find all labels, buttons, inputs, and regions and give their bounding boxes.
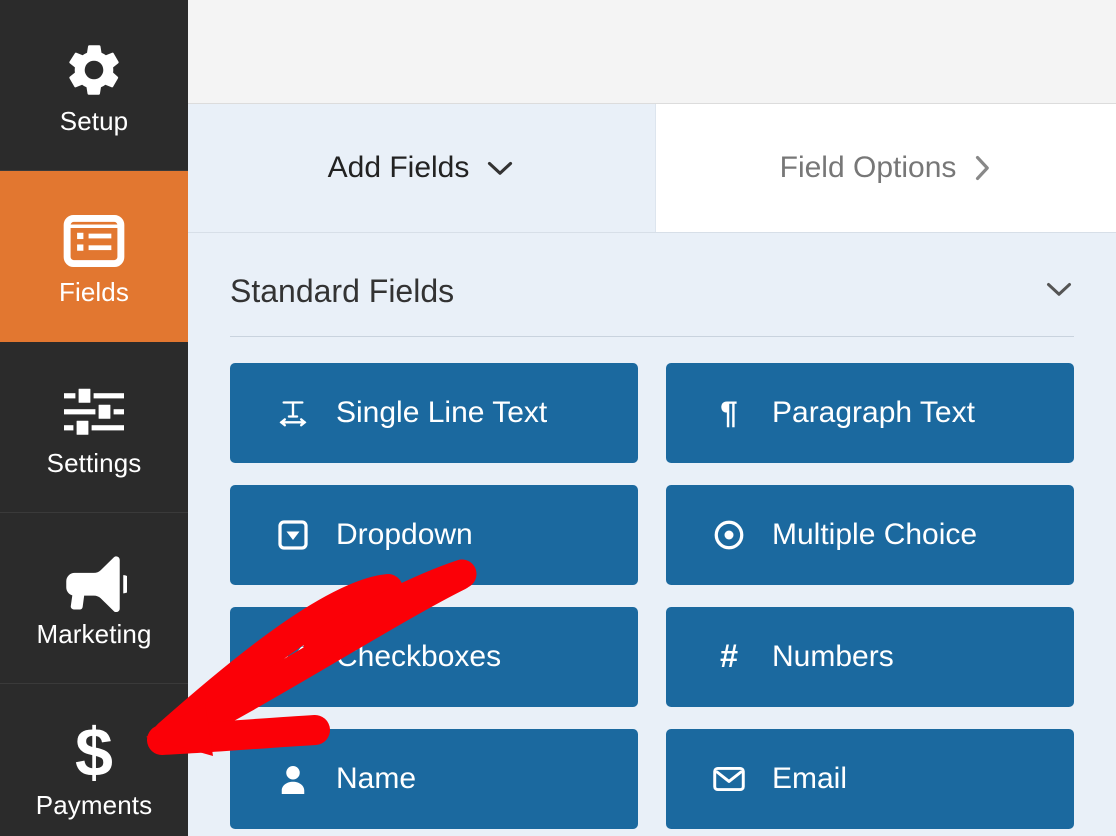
field-button-label: Paragraph Text bbox=[772, 396, 975, 429]
dollar-icon: $ bbox=[69, 719, 119, 789]
tab-field-options[interactable]: Field Options bbox=[656, 104, 1116, 232]
sidebar-item-label: Marketing bbox=[36, 618, 152, 649]
field-button-label: Single Line Text bbox=[336, 396, 548, 429]
svg-text:$: $ bbox=[75, 721, 113, 787]
sidebar-item-label: Settings bbox=[46, 447, 142, 478]
field-button-checkboxes[interactable]: Checkboxes bbox=[230, 607, 638, 707]
sidebar-item-label: Payments bbox=[35, 789, 153, 820]
hashtag-icon: # bbox=[712, 642, 746, 672]
tab-add-fields[interactable]: Add Fields bbox=[188, 104, 656, 232]
field-button-grid: Single Line Text ¶ Paragraph Text Dropdo… bbox=[230, 363, 1074, 829]
dot-circle-icon bbox=[712, 520, 746, 550]
svg-text:#: # bbox=[720, 642, 738, 672]
section-title: Standard Fields bbox=[230, 273, 455, 309]
top-toolbar bbox=[188, 0, 1116, 104]
sidebar-item-label: Fields bbox=[59, 276, 129, 307]
user-icon bbox=[276, 764, 310, 794]
gear-icon bbox=[63, 35, 125, 105]
text-width-icon bbox=[276, 399, 310, 427]
caret-square-down-icon bbox=[276, 520, 310, 550]
standard-fields-header[interactable]: Standard Fields bbox=[230, 233, 1074, 336]
section-divider bbox=[230, 336, 1074, 337]
sidebar: Setup Fields Settings Marketing $ Paymen… bbox=[0, 0, 188, 836]
field-button-label: Email bbox=[772, 762, 848, 795]
field-button-single-line-text[interactable]: Single Line Text bbox=[230, 363, 638, 463]
field-button-label: Multiple Choice bbox=[772, 518, 978, 551]
sidebar-item-payments[interactable]: $ Payments bbox=[0, 684, 188, 836]
paragraph-icon: ¶ bbox=[712, 398, 746, 428]
field-button-label: Dropdown bbox=[336, 518, 473, 551]
tab-field-options-label: Field Options bbox=[779, 151, 957, 184]
field-button-label: Numbers bbox=[772, 640, 894, 673]
field-button-label: Name bbox=[336, 762, 417, 795]
panel-tabs: Add Fields Field Options bbox=[188, 104, 1116, 233]
sliders-icon bbox=[62, 377, 126, 447]
field-button-name[interactable]: Name bbox=[230, 729, 638, 829]
sidebar-item-setup[interactable]: Setup bbox=[0, 0, 188, 171]
field-button-paragraph-text[interactable]: ¶ Paragraph Text bbox=[666, 363, 1074, 463]
form-builder-window: Setup Fields Settings Marketing $ Paymen… bbox=[0, 0, 1116, 836]
sidebar-item-settings[interactable]: Settings bbox=[0, 342, 188, 513]
chevron-down-icon bbox=[485, 158, 515, 178]
sidebar-item-label: Setup bbox=[59, 105, 129, 136]
field-button-dropdown[interactable]: Dropdown bbox=[230, 485, 638, 585]
builder-panel: Add Fields Field Options Standard Fields… bbox=[188, 0, 1116, 836]
megaphone-icon bbox=[61, 548, 127, 618]
chevron-right-icon bbox=[972, 153, 992, 183]
chevron-down-icon[interactable] bbox=[1044, 279, 1074, 304]
fields-panel: Standard Fields Single Line Text ¶ Parag… bbox=[188, 233, 1116, 836]
envelope-icon bbox=[712, 766, 746, 792]
sidebar-item-marketing[interactable]: Marketing bbox=[0, 513, 188, 684]
sidebar-item-fields[interactable]: Fields bbox=[0, 171, 188, 342]
field-button-email[interactable]: Email bbox=[666, 729, 1074, 829]
tab-add-fields-label: Add Fields bbox=[327, 151, 470, 184]
check-square-icon bbox=[276, 642, 310, 672]
list-icon bbox=[63, 206, 125, 276]
field-button-label: Checkboxes bbox=[336, 640, 502, 673]
field-button-numbers[interactable]: # Numbers bbox=[666, 607, 1074, 707]
field-button-multiple-choice[interactable]: Multiple Choice bbox=[666, 485, 1074, 585]
svg-text:¶: ¶ bbox=[720, 398, 737, 428]
